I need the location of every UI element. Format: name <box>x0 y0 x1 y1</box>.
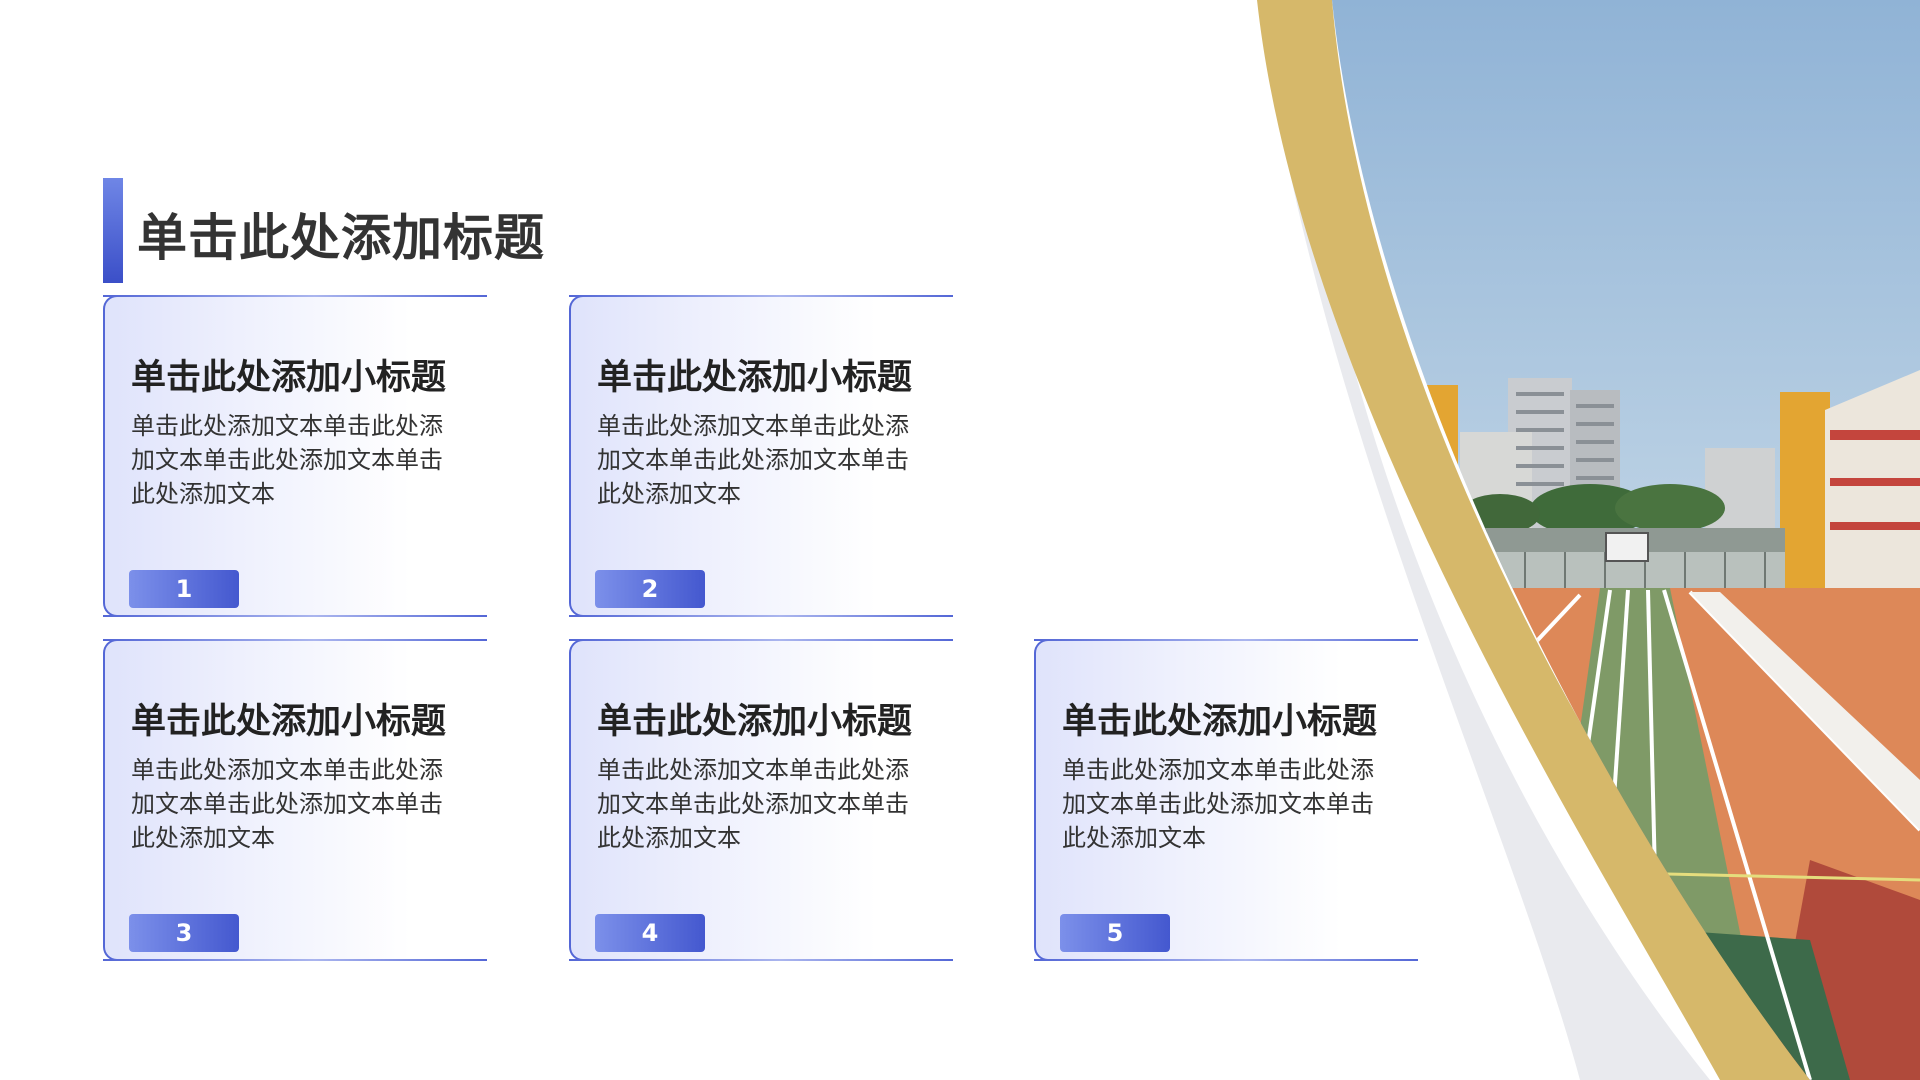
card-2[interactable]: 单击此处添加小标题 单击此处添加文本单击此处添加文本单击此处添加文本单击此处添加… <box>569 295 953 617</box>
card-subtitle[interactable]: 单击此处添加小标题 <box>597 693 912 744</box>
card-1[interactable]: 单击此处添加小标题 单击此处添加文本单击此处添加文本单击此处添加文本单击此处添加… <box>103 295 487 617</box>
card-number-badge: 3 <box>129 914 239 952</box>
card-4[interactable]: 单击此处添加小标题 单击此处添加文本单击此处添加文本单击此处添加文本单击此处添加… <box>569 639 953 961</box>
card-number-badge: 5 <box>1060 914 1170 952</box>
slide: 单击此处添加标题 单击此处添加小标题 单击此处添加文本单击此处添加文本单击此处添… <box>0 0 1920 1080</box>
card-text[interactable]: 单击此处添加文本单击此处添加文本单击此处添加文本单击此处添加文本 <box>131 409 451 511</box>
card-text[interactable]: 单击此处添加文本单击此处添加文本单击此处添加文本单击此处添加文本 <box>597 753 917 855</box>
card-text[interactable]: 单击此处添加文本单击此处添加文本单击此处添加文本单击此处添加文本 <box>597 409 917 511</box>
card-number-badge: 4 <box>595 914 705 952</box>
page-title[interactable]: 单击此处添加标题 <box>137 198 545 270</box>
card-text[interactable]: 单击此处添加文本单击此处添加文本单击此处添加文本单击此处添加文本 <box>131 753 451 855</box>
card-number-badge: 2 <box>595 570 705 608</box>
school-sports-field-image <box>1250 0 1920 1080</box>
title-accent-bar <box>103 178 123 283</box>
card-number-badge: 1 <box>129 570 239 608</box>
card-subtitle[interactable]: 单击此处添加小标题 <box>597 349 912 400</box>
card-subtitle[interactable]: 单击此处添加小标题 <box>131 349 446 400</box>
card-subtitle[interactable]: 单击此处添加小标题 <box>131 693 446 744</box>
card-3[interactable]: 单击此处添加小标题 单击此处添加文本单击此处添加文本单击此处添加文本单击此处添加… <box>103 639 487 961</box>
